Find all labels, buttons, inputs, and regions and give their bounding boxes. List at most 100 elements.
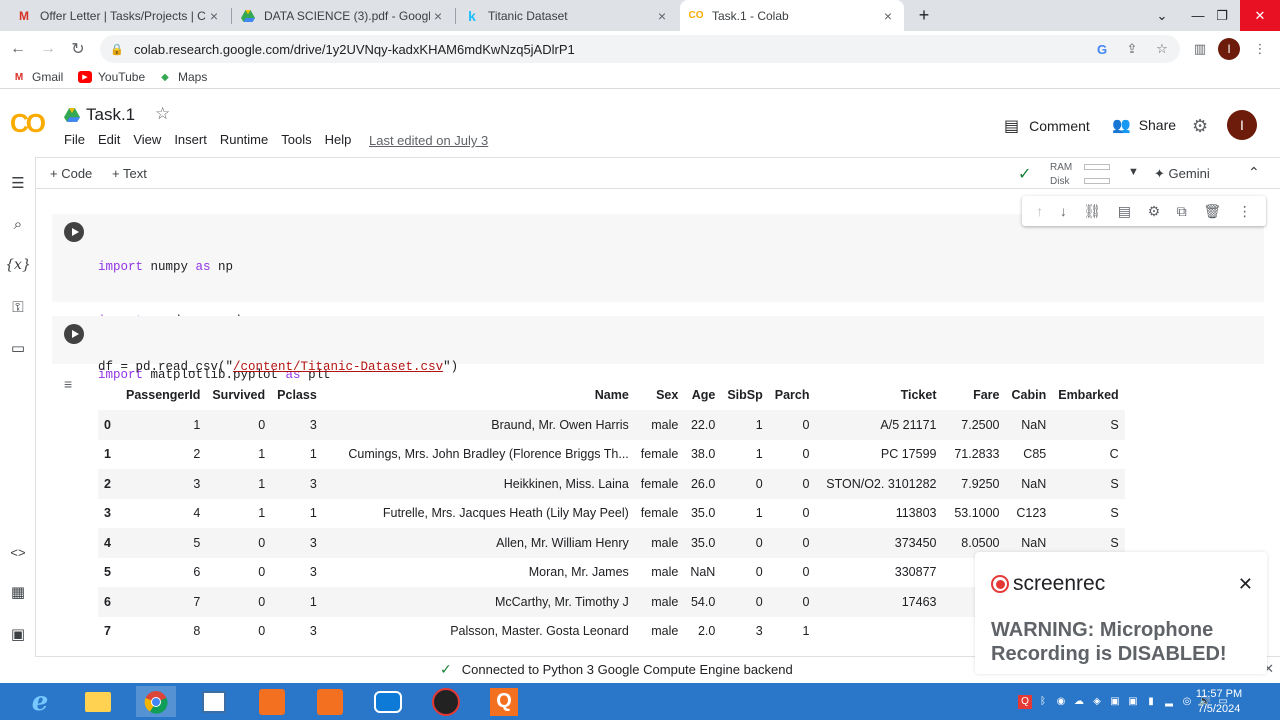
clock-time: 11:57 PM	[1195, 688, 1243, 700]
table-cell: 54.0	[690, 594, 716, 609]
bluetooth-icon[interactable]: ᛒ	[1036, 695, 1050, 709]
internet-explorer-icon[interactable]: e	[20, 686, 60, 717]
browser-tab[interactable]: DATA SCIENCE (3).pdf - Google D ×	[232, 0, 454, 31]
share-button[interactable]: 👥 Share	[1112, 116, 1176, 134]
move-down-icon[interactable]: ↓	[1060, 203, 1067, 219]
wpm-app-icon[interactable]	[426, 686, 466, 717]
google-translate-icon[interactable]: G	[1092, 39, 1112, 59]
colab-logo[interactable]: CO	[10, 108, 46, 139]
menu-insert[interactable]: Insert	[174, 132, 207, 147]
table-cell: 1	[258, 476, 266, 491]
restore-button[interactable]: ❐	[1202, 0, 1242, 31]
reload-button[interactable]: ↻	[66, 37, 90, 61]
clock[interactable]: 11:57 PM 7/5/2024	[1194, 687, 1244, 717]
link-icon[interactable]: ⛓	[1083, 203, 1101, 220]
table-of-contents-icon[interactable]: ☰	[6, 171, 30, 195]
table-cell: NaN	[690, 565, 716, 580]
more-options-icon[interactable]: ⋮	[1238, 203, 1252, 220]
browser-tab[interactable]: k Titanic Dataset ×	[456, 0, 678, 31]
new-tab-button[interactable]: +	[904, 0, 944, 31]
move-up-icon[interactable]: ↑	[1036, 203, 1043, 219]
add-text-button[interactable]: + Text	[112, 166, 147, 181]
table-row: 1 2 1 1 Cumings, Mrs. John Bradley (Florence…	[98, 440, 1125, 470]
secrets-key-icon[interactable]: ⚿	[6, 295, 30, 319]
close-icon[interactable]: ✕	[1238, 574, 1253, 595]
mirror-cell-icon[interactable]: ⧉	[1177, 203, 1187, 220]
account-avatar[interactable]: I	[1227, 110, 1257, 140]
close-tab-icon[interactable]: ×	[430, 8, 446, 24]
security-icon[interactable]: ◈	[1090, 695, 1104, 709]
browser-tab[interactable]: M Offer Letter | Tasks/Projects | Co ×	[8, 0, 230, 31]
code-cell[interactable]: import numpy as np import pandas as pd i…	[52, 214, 1264, 436]
menu-tools[interactable]: Tools	[281, 132, 311, 147]
variables-icon[interactable]: {x}	[5, 253, 31, 277]
bookmark-star-icon[interactable]: ☆	[1152, 39, 1172, 59]
status-message[interactable]: ✓ Connected to Python 3 Google Compute E…	[440, 661, 793, 678]
signal-icon[interactable]: ▂	[1162, 695, 1176, 709]
files-folder-icon[interactable]: ▭	[6, 336, 30, 360]
column-header: Name	[594, 388, 629, 402]
resources-indicator[interactable]: RAM Disk ▼	[1050, 160, 1150, 188]
menu-view[interactable]: View	[133, 132, 161, 147]
tab-search-chevron-icon[interactable]: ⌄	[1142, 0, 1182, 31]
control-panel-icon[interactable]	[194, 686, 234, 717]
table-cell: STON/O2. 3101282	[826, 476, 937, 491]
cloud-icon[interactable]: ☁	[1072, 695, 1086, 709]
file-explorer-icon[interactable]	[78, 686, 118, 717]
collapse-chevron-icon[interactable]: ⌃	[1248, 164, 1260, 181]
delete-trash-icon[interactable]: 🗑	[1203, 203, 1221, 220]
menu-edit[interactable]: Edit	[98, 132, 120, 147]
bookmark-maps[interactable]: ◆ Maps	[158, 70, 207, 84]
add-code-button[interactable]: + Code	[50, 166, 92, 181]
run-cell-button[interactable]	[64, 324, 84, 344]
back-button[interactable]: ←	[6, 37, 30, 61]
close-tab-icon[interactable]: ×	[880, 8, 896, 24]
side-panel-icon[interactable]: ▥	[1190, 39, 1210, 59]
share-page-icon[interactable]: ⇪	[1122, 39, 1142, 59]
more-menu-icon[interactable]: ⋮	[1250, 39, 1270, 59]
table-cell: 71.2833	[954, 447, 1000, 462]
app-tray-icon[interactable]: ▣	[1108, 695, 1122, 709]
last-edited-link[interactable]: Last edited on July 3	[369, 133, 488, 148]
close-tab-icon[interactable]: ×	[206, 8, 222, 24]
notebook-title[interactable]: Task.1	[86, 105, 135, 125]
settings-gear-icon[interactable]: ⚙	[1148, 203, 1161, 220]
table-cell: 330877	[894, 565, 937, 580]
run-cell-button[interactable]	[64, 222, 84, 242]
battery-icon[interactable]: ▮	[1144, 695, 1158, 709]
star-icon[interactable]: ☆	[155, 104, 170, 124]
comment-button[interactable]: ▤ Comment	[1004, 116, 1090, 136]
profile-avatar[interactable]: I	[1218, 38, 1240, 60]
q-tray-icon[interactable]: Q	[1018, 694, 1032, 709]
column-header	[98, 380, 120, 410]
chrome-icon[interactable]	[136, 686, 176, 717]
recorder-tray-icon[interactable]: ◉	[1054, 695, 1068, 709]
menu-help[interactable]: Help	[325, 132, 352, 147]
code-cell[interactable]: df = pd.read_csv("/content/Titanic-Datas…	[52, 316, 1264, 428]
address-bar[interactable]: 🔒 colab.research.google.com/drive/1y2UVN…	[100, 35, 1180, 63]
table-row: 7 8 0 3 Palsson, Master. Gosta Leonard male 2.…	[98, 617, 1125, 647]
recorder-app-icon[interactable]	[252, 686, 292, 717]
close-tab-icon[interactable]: ×	[654, 8, 670, 24]
chat-app-icon[interactable]	[368, 686, 408, 717]
gemini-button[interactable]: ✦ Gemini	[1154, 166, 1210, 182]
forward-button[interactable]: →	[36, 37, 60, 61]
code-snippets-icon[interactable]: <>	[6, 540, 30, 564]
menu-runtime[interactable]: Runtime	[220, 132, 268, 147]
output-actions-icon[interactable]: ≡	[64, 376, 72, 392]
comment-icon[interactable]: ▤	[1118, 203, 1131, 220]
q-app-icon[interactable]: Q	[484, 686, 524, 717]
terminal-icon[interactable]: ▣	[6, 622, 30, 646]
network-icon[interactable]: ◎	[1180, 695, 1194, 709]
command-palette-icon[interactable]: ▦	[6, 580, 30, 604]
bookmark-gmail[interactable]: M Gmail	[12, 70, 64, 84]
close-window-button[interactable]: ✕	[1240, 0, 1280, 31]
dropdown-arrow-icon[interactable]: ▼	[1128, 166, 1139, 178]
app-tray-icon[interactable]: ▣	[1126, 695, 1140, 709]
settings-gear-icon[interactable]: ⚙	[1192, 116, 1208, 137]
menu-file[interactable]: File	[64, 132, 85, 147]
bookmark-youtube[interactable]: ▶ YouTube	[78, 70, 145, 84]
camera-app-icon[interactable]	[310, 686, 350, 717]
search-icon[interactable]: ⌕	[6, 212, 30, 236]
browser-tab-active[interactable]: CO Task.1 - Colab ×	[680, 0, 904, 31]
